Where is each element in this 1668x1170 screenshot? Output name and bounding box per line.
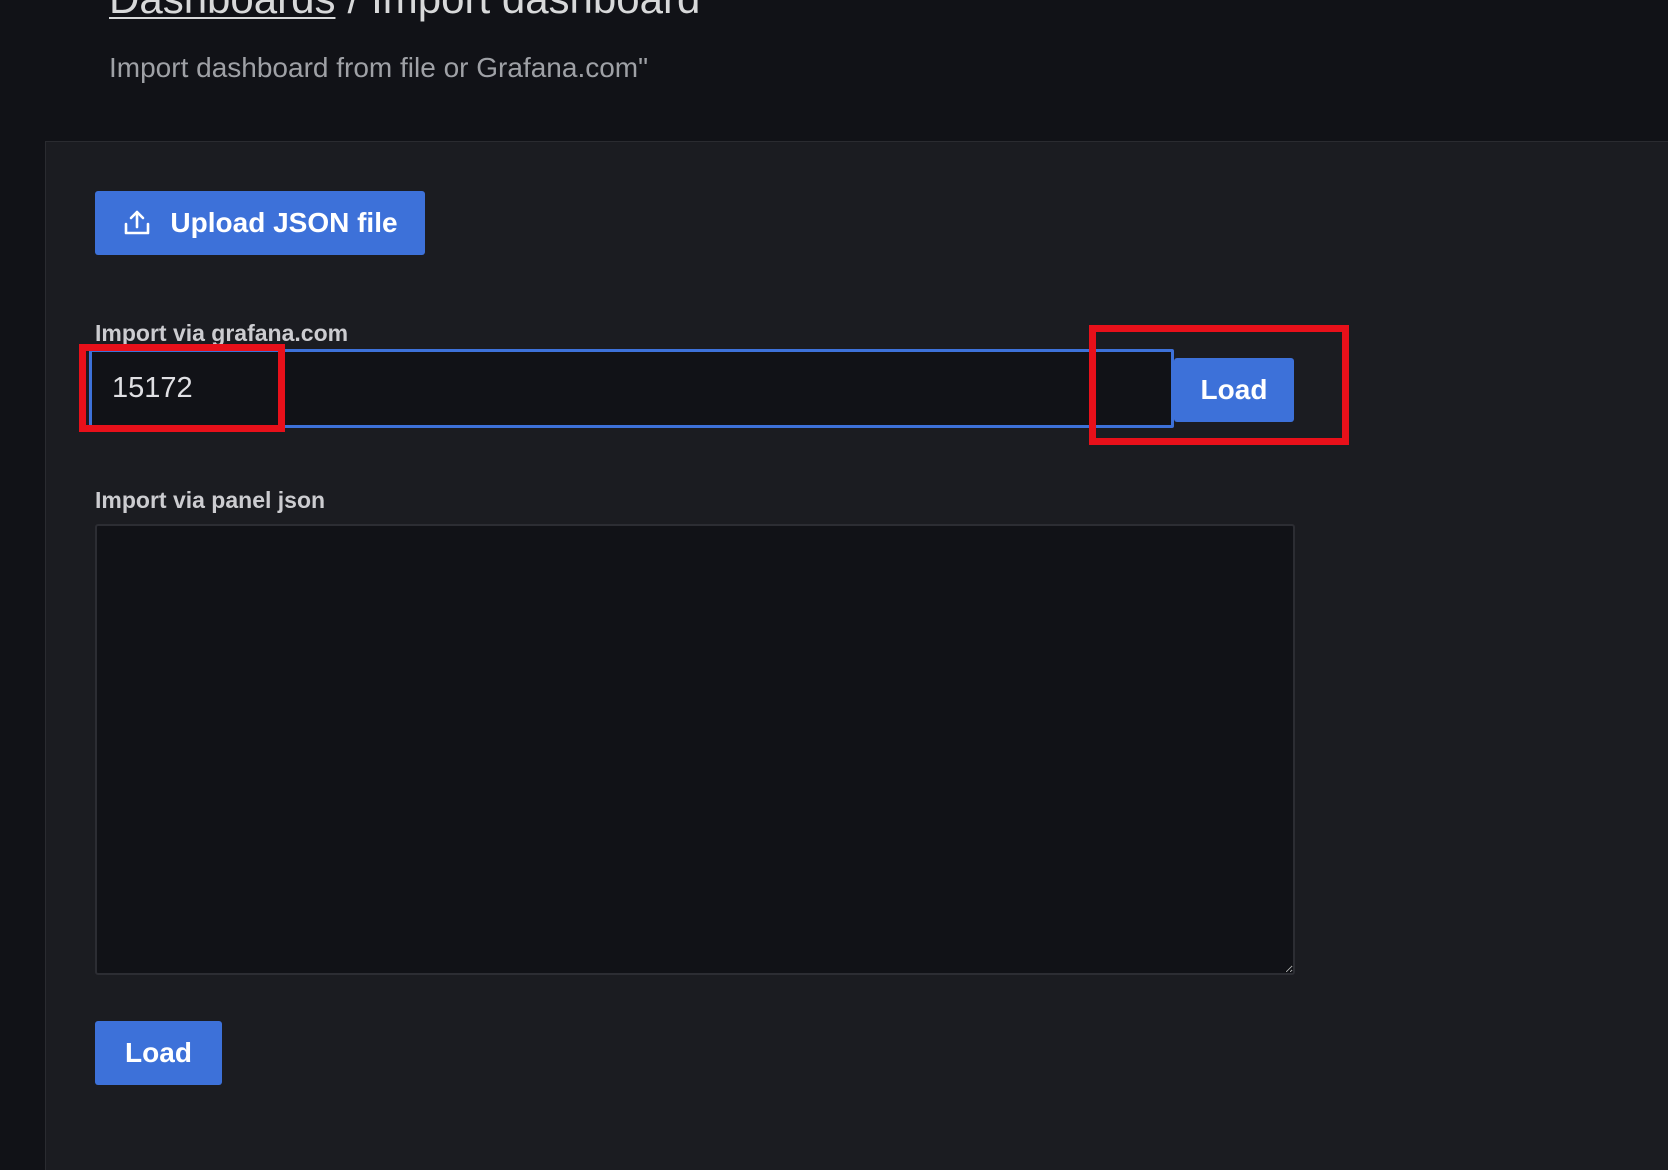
upload-json-button[interactable]: Upload JSON file (95, 191, 425, 255)
grafana-com-label: Import via grafana.com (95, 320, 349, 346)
page-subtitle: Import dashboard from file or Grafana.co… (109, 52, 649, 83)
breadcrumb-dashboards-link[interactable]: Dashboards (109, 0, 335, 22)
breadcrumb-separator: / (347, 0, 359, 22)
panel-json-label: Import via panel json (95, 487, 326, 513)
page-header: Dashboards / Import dashboard Import dashb… (0, 0, 1668, 140)
load-panel-json-button[interactable]: Load (95, 1021, 222, 1085)
upload-icon (122, 208, 152, 238)
grafana-com-id-input[interactable] (89, 349, 1174, 428)
panel-json-textarea[interactable] (95, 524, 1295, 975)
load-grafana-com-button[interactable]: Load (1174, 358, 1294, 422)
upload-json-label: Upload JSON file (170, 207, 398, 238)
breadcrumb: Dashboards / Import dashboard (109, 0, 700, 24)
page-title: Import dashboard (371, 0, 700, 22)
